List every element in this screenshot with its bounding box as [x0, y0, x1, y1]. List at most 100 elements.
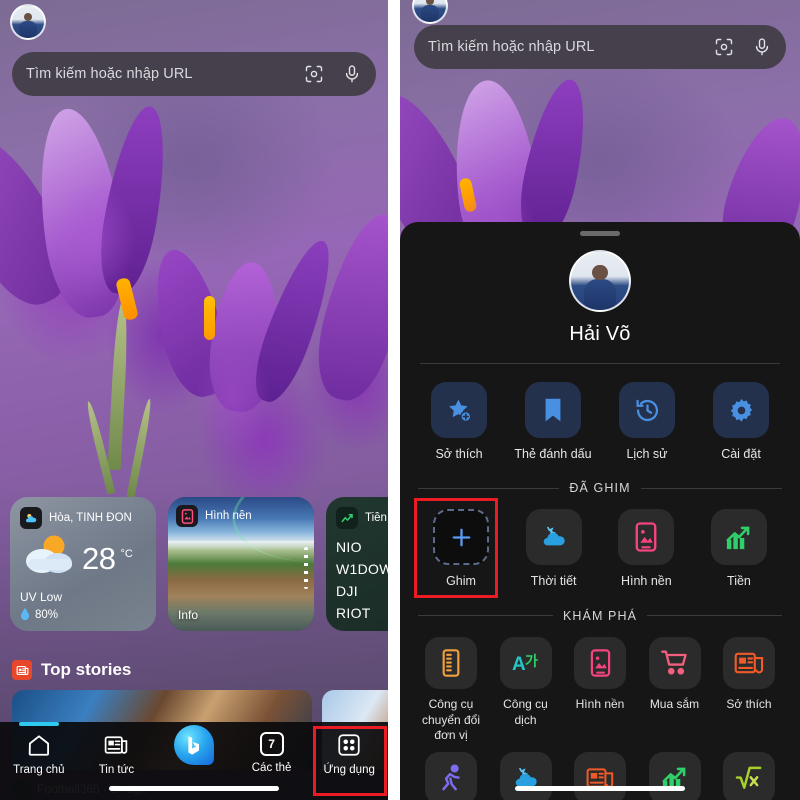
pinned-app-label: Thời tiết — [530, 574, 577, 589]
pinned-app-label: Tiền — [727, 574, 751, 589]
quick-action-interests[interactable]: Sở thích — [418, 382, 500, 462]
wallpaper-app-icon — [176, 505, 198, 527]
screenshot-root: Tìm kiếm hoặc nhập URL Hòa, TỈNH ĐÓN 28 … — [0, 0, 800, 800]
left-phone-screen: Tìm kiếm hoặc nhập URL Hòa, TỈNH ĐÓN 28 … — [0, 0, 388, 800]
stocks-app-icon — [336, 507, 358, 529]
shopping-cart-icon — [648, 636, 701, 689]
ticker-symbol: RIOT — [336, 605, 371, 621]
weather-humidity-value: 80% — [35, 608, 59, 621]
pinned-app-wallpaper[interactable]: Hình nền — [609, 509, 683, 590]
discover-app-money[interactable] — [640, 752, 710, 800]
quick-action-label: Lịch sử — [626, 447, 668, 461]
pinned-app-weather[interactable]: Thời tiết — [517, 509, 591, 590]
weather-unit: °C — [120, 547, 133, 560]
weather-app-icon — [20, 507, 42, 529]
weather-humidity-row: 80% — [20, 608, 146, 621]
home-wallpaper — [0, 0, 388, 800]
stocks-widget[interactable]: Tiền NIO W1DOW DJI RIOT — [326, 497, 388, 631]
nav-label-home: Trang chủ — [13, 764, 65, 776]
drag-handle[interactable] — [580, 231, 620, 236]
water-drop-icon — [20, 608, 30, 621]
search-input-placeholder[interactable]: Tìm kiếm hoặc nhập URL — [26, 66, 304, 82]
nav-item-tabs[interactable]: 7 Các thẻ — [233, 732, 311, 774]
nav-item-apps[interactable]: Ứng dụng — [310, 732, 388, 776]
wallpaper-icon — [574, 636, 626, 689]
active-indicator — [18, 722, 59, 726]
discover-app-news[interactable] — [565, 752, 635, 800]
pinned-app-label: Hình nền — [620, 574, 672, 589]
weather-location-label: Hòa, TỈNH ĐÓN — [49, 512, 132, 524]
search-bar[interactable]: Tìm kiếm hoặc nhập URL — [12, 52, 376, 96]
discover-apps-grid: Công cụ chuyển đổi đơn vị A 가 Công cụ dị… — [414, 636, 786, 744]
quick-action-label: Cài đặt — [721, 447, 761, 461]
quick-action-history[interactable]: Lịch sử — [606, 382, 688, 462]
discover-app-shopping[interactable]: Mua sắm — [640, 636, 710, 744]
tab-count-badge: 7 — [268, 737, 275, 751]
home-indicator — [109, 786, 279, 791]
discover-app-label: Hình nền — [575, 696, 625, 711]
discover-section-header: KHÁM PHÁ — [414, 609, 786, 623]
nav-label-news: Tin tức — [98, 764, 135, 776]
quick-action-label: Sở thích — [435, 447, 483, 461]
apps-grid-icon — [338, 734, 360, 756]
weather-uv-index: UV Low — [20, 590, 63, 604]
wallpaper-info-label[interactable]: Info — [178, 608, 198, 622]
top-stories-header: Top stories — [12, 660, 131, 680]
tab-count-icon[interactable]: 7 — [259, 732, 284, 756]
discover-app-wallpaper[interactable]: Hình nền — [565, 636, 635, 744]
microphone-icon[interactable] — [342, 64, 362, 84]
plus-icon — [433, 509, 489, 566]
search-input-placeholder[interactable]: Tìm kiếm hoặc nhập URL — [428, 39, 714, 55]
ticker-symbol: DJI — [336, 583, 358, 599]
widget-row: Hòa, TỈNH ĐÓN 28 °C UV Low 80% Hình nền … — [10, 497, 388, 631]
discover-app-math[interactable] — [714, 752, 784, 800]
search-bar[interactable]: Tìm kiếm hoặc nhập URL — [414, 25, 786, 69]
weather-cloud-icon — [525, 509, 582, 566]
news-icon — [12, 660, 32, 680]
discover-app-unit-converter[interactable]: Công cụ chuyển đổi đơn vị — [416, 636, 486, 744]
running-person-icon — [425, 752, 477, 800]
stocks-chart-icon — [710, 509, 767, 566]
panel-divider — [388, 0, 400, 800]
discover-app-weather[interactable] — [491, 752, 561, 800]
discover-apps-grid-row2 — [414, 752, 786, 800]
weather-cloud-icon — [499, 752, 552, 800]
wallpaper-widget[interactable]: Hình nền Info — [168, 497, 314, 631]
right-phone-screen: Tìm kiếm hoặc nhập URL Hải Võ Sở thích T… — [400, 0, 800, 800]
lens-scan-icon[interactable] — [304, 64, 324, 84]
stocks-widget-header: Tiền — [336, 507, 388, 529]
pinned-app-add[interactable]: Ghim — [424, 509, 498, 590]
weather-widget-header: Hòa, TỈNH ĐÓN — [20, 507, 146, 529]
news-feed-icon — [574, 752, 626, 800]
pinned-app-label: Ghim — [446, 574, 476, 589]
divider — [420, 363, 780, 364]
quick-action-settings[interactable]: Cài đặt — [700, 382, 782, 462]
quick-action-label: Thẻ đánh dấu — [514, 447, 592, 461]
microphone-icon[interactable] — [752, 37, 772, 57]
discover-app-label: Mua sắm — [649, 696, 700, 711]
math-sqrt-icon — [723, 752, 775, 800]
profile-avatar[interactable] — [569, 250, 631, 312]
pinned-app-money[interactable]: Tiền — [702, 509, 776, 590]
bing-copilot-icon[interactable] — [173, 725, 214, 765]
quick-actions-row: Sở thích Thẻ đánh dấu Lịch sử Cài đặt — [414, 382, 786, 462]
nav-item-copilot[interactable] — [155, 725, 233, 771]
bookmark-icon — [525, 382, 581, 438]
gear-icon — [713, 382, 769, 438]
stocks-chart-icon — [648, 752, 701, 800]
discover-app-translate[interactable]: A 가 Công cụ dịch — [491, 636, 561, 744]
pinned-apps-grid: Ghim Thời tiết Hình nền Tiền — [414, 509, 786, 590]
nav-item-home[interactable]: Trang chủ — [0, 722, 78, 776]
wallpaper-icon — [618, 509, 675, 566]
home-icon — [28, 735, 49, 756]
profile-avatar-button[interactable] — [10, 4, 46, 40]
section-line-right — [640, 487, 782, 489]
discover-app-sports[interactable] — [416, 752, 486, 800]
discover-app-interests[interactable]: Sở thích — [714, 636, 784, 744]
lens-scan-icon[interactable] — [714, 37, 734, 57]
nav-item-news[interactable]: Tin tức — [78, 732, 156, 776]
pinned-section-header: ĐÃ GHIM — [414, 481, 786, 495]
quick-action-bookmarks[interactable]: Thẻ đánh dấu — [512, 382, 594, 462]
weather-condition-icon — [20, 531, 82, 586]
weather-widget[interactable]: Hòa, TỈNH ĐÓN 28 °C UV Low 80% — [10, 497, 156, 631]
